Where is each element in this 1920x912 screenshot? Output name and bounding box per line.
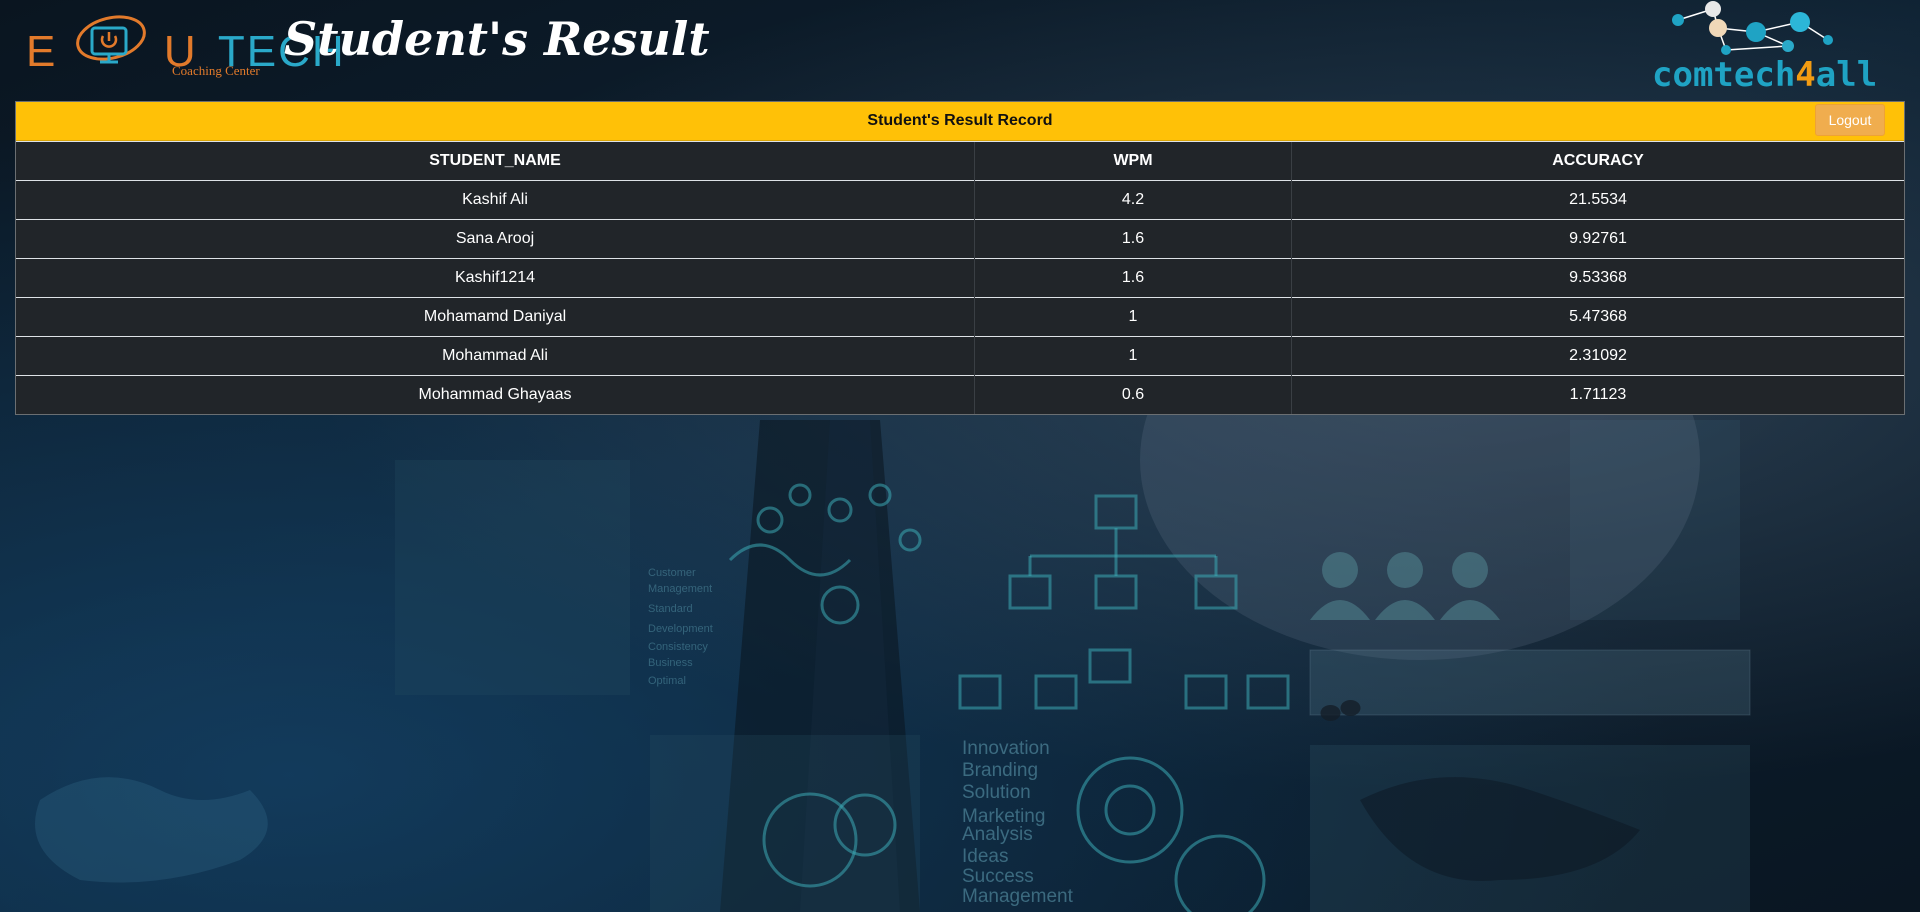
svg-text:Customer: Customer [648, 567, 696, 579]
results-table: STUDENT_NAME WPM ACCURACY Kashif Ali 4.2… [16, 141, 1904, 414]
svg-text:Optimal: Optimal [648, 675, 686, 687]
student-name-cell: Mohammad Ali [16, 336, 975, 376]
wpm-cell: 4.2 [974, 180, 1292, 220]
svg-text:Business: Business [648, 657, 693, 669]
svg-text:Consistency: Consistency [648, 641, 708, 653]
svg-text:Branding: Branding [962, 760, 1038, 781]
table-row: Mohamamd Daniyal 1 5.47368 [16, 297, 1904, 337]
accuracy-cell: 9.53368 [1291, 258, 1904, 298]
svg-text:Management: Management [962, 886, 1074, 907]
accuracy-cell: 1.71123 [1291, 375, 1904, 414]
svg-text:Success: Success [962, 866, 1034, 887]
student-name-cell: Mohammad Ghayaas [16, 375, 975, 414]
logo-subtitle: Coaching Center [172, 63, 260, 78]
wpm-cell: 1 [974, 336, 1292, 376]
svg-text:Management: Management [648, 583, 712, 595]
wpm-cell: 0.6 [974, 375, 1292, 414]
table-row: Mohammad Ali 1 2.31092 [16, 336, 1904, 376]
comtech4all-logo: comtech4all [1648, 0, 1877, 100]
column-header-student-name: STUDENT_NAME [16, 141, 975, 181]
wpm-cell: 1.6 [974, 258, 1292, 298]
page-header: E U TECH Coaching Center Student's Resul… [0, 0, 1920, 100]
table-row: Kashif1214 1.6 9.53368 [16, 258, 1904, 298]
accuracy-cell: 9.92761 [1291, 219, 1904, 259]
monitor-power-icon [75, 15, 146, 64]
table-row: Sana Arooj 1.6 9.92761 [16, 219, 1904, 259]
svg-text:Analysis: Analysis [962, 824, 1033, 845]
student-name-cell: Sana Arooj [16, 219, 975, 259]
svg-text:Standard: Standard [648, 603, 693, 615]
network-nodes-icon [1672, 1, 1833, 55]
accuracy-cell: 21.5534 [1291, 180, 1904, 220]
student-name-cell: Mohamamd Daniyal [16, 297, 975, 337]
table-row: Mohammad Ghayaas 0.6 1.71123 [16, 375, 1904, 414]
results-panel: Student's Result Record Logout STUDENT_N… [15, 101, 1905, 415]
edutech-logo: E U TECH Coaching Center [26, 4, 344, 80]
column-header-wpm: WPM [974, 141, 1292, 181]
table-header-row: STUDENT_NAME WPM ACCURACY [16, 141, 1904, 181]
student-name-cell: Kashif1214 [16, 258, 975, 298]
column-header-accuracy: ACCURACY [1291, 141, 1904, 181]
wpm-cell: 1 [974, 297, 1292, 337]
accuracy-cell: 5.47368 [1291, 297, 1904, 337]
student-name-cell: Kashif Ali [16, 180, 975, 220]
wpm-cell: 1.6 [974, 219, 1292, 259]
logout-button[interactable]: Logout [1815, 104, 1885, 136]
panel-header: Student's Result Record Logout [16, 102, 1904, 141]
table-row: Kashif Ali 4.2 21.5534 [16, 180, 1904, 220]
svg-text:Development: Development [648, 623, 713, 635]
accuracy-cell: 2.31092 [1291, 336, 1904, 376]
svg-text:Ideas: Ideas [962, 846, 1008, 867]
svg-text:Solution: Solution [962, 782, 1031, 803]
panel-title: Student's Result Record [867, 112, 1053, 129]
page-title: Student's Result [284, 12, 710, 66]
svg-text:Marketing: Marketing [962, 806, 1045, 827]
svg-text:Innovation: Innovation [962, 738, 1050, 759]
